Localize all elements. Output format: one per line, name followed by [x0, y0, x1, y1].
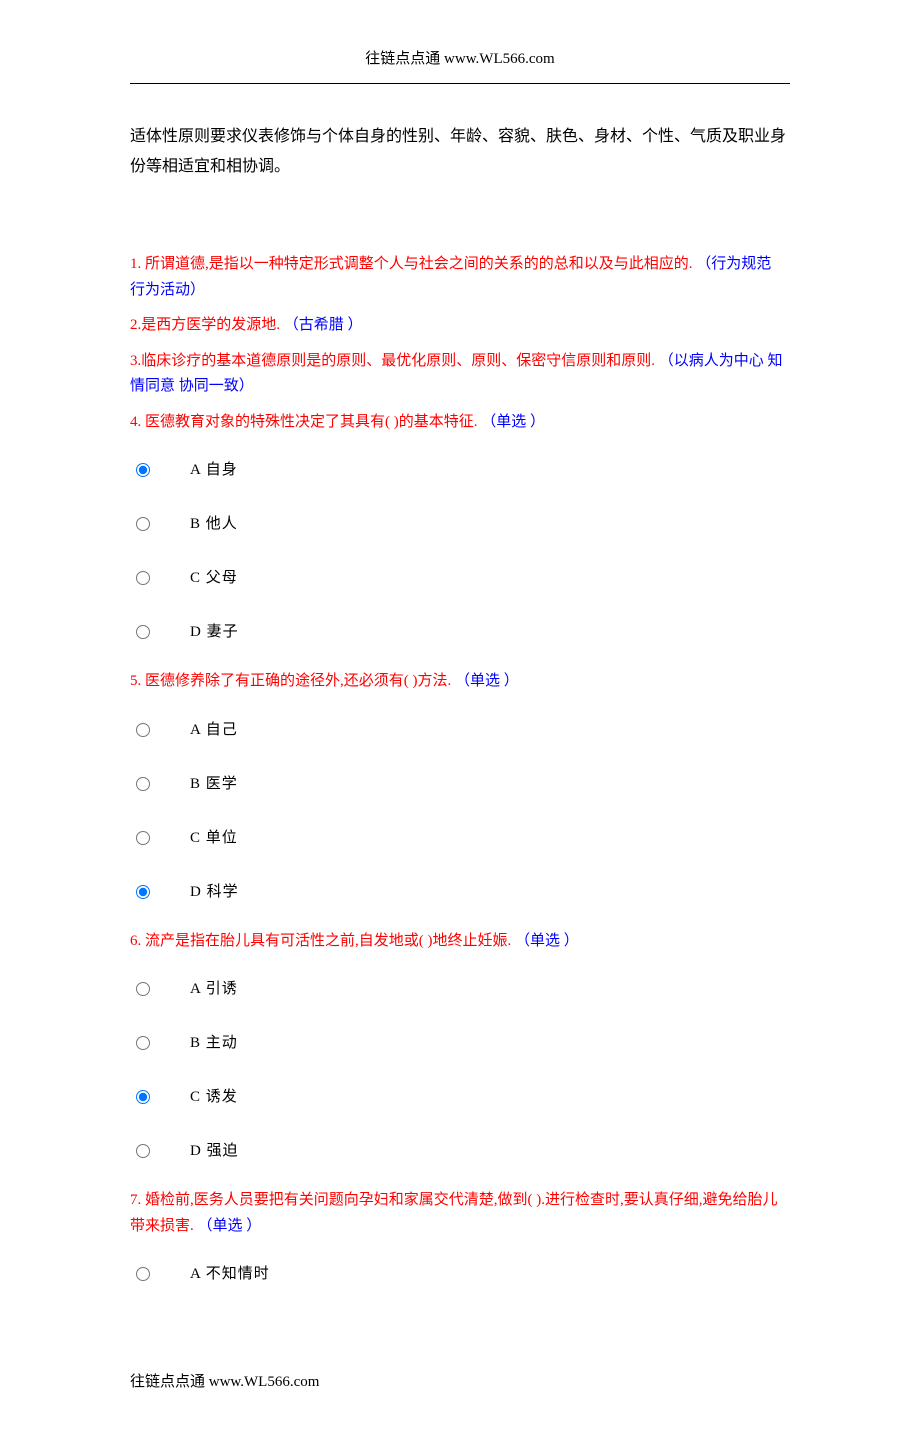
page-footer: 往链点点通 www.WL566.com: [0, 1301, 920, 1394]
q4-option-c-row: C 父母: [130, 551, 790, 605]
q6-option-c-label: C 诱发: [150, 1086, 238, 1109]
q5-option-b-row: B 医学: [130, 757, 790, 811]
page-header: 往链点点通 www.WL566.com: [0, 0, 920, 79]
q5-option-c-row: C 单位: [130, 811, 790, 865]
q6-option-b-label: B 主动: [150, 1032, 238, 1055]
q4-option-d-label: D 妻子: [150, 621, 239, 644]
q4-option-a-row: A 自身: [130, 443, 790, 497]
q5-option-b-label: B 医学: [150, 773, 238, 796]
q4-option-b-row: B 他人: [130, 497, 790, 551]
q6-option-c-radio[interactable]: [136, 1090, 150, 1104]
q5-option-d-row: D 科学: [130, 865, 790, 919]
q4-option-b-radio[interactable]: [136, 517, 150, 531]
q6-option-a-row: A 引诱: [130, 962, 790, 1016]
intro-paragraph: 适体性原则要求仪表修饰与个体自身的性别、年龄、容貌、肤色、身材、个性、气质及职业…: [130, 122, 790, 183]
q6-option-b-radio[interactable]: [136, 1036, 150, 1050]
q4-option-c-radio[interactable]: [136, 571, 150, 585]
q4-option-b-label: B 他人: [150, 513, 238, 536]
question-6: 6. 流产是指在胎儿具有可活性之前,自发地或( )地终止妊娠. （单选 ）: [130, 929, 790, 955]
q5-option-b-radio[interactable]: [136, 777, 150, 791]
q3-num: 3.: [130, 353, 141, 369]
q1-text: 所谓道德,是指以一种特定形式调整个人与社会之间的关系的的总和以及与此相应的.: [141, 256, 692, 272]
q6-num: 6.: [130, 933, 141, 949]
q6-option-a-label: A 引诱: [150, 978, 238, 1001]
q1-num: 1.: [130, 256, 141, 272]
q3-text: 临床诊疗的基本道德原则是的原则、最优化原则、原则、保密守信原则和原则.: [141, 353, 655, 369]
q7-hint: （单选 ）: [198, 1218, 262, 1234]
q5-option-a-label: A 自己: [150, 719, 238, 742]
q6-option-b-row: B 主动: [130, 1016, 790, 1070]
q6-option-c-row: C 诱发: [130, 1070, 790, 1124]
q6-option-a-radio[interactable]: [136, 982, 150, 996]
question-1: 1. 所谓道德,是指以一种特定形式调整个人与社会之间的关系的的总和以及与此相应的…: [130, 252, 790, 303]
q7-option-a-radio[interactable]: [136, 1267, 150, 1281]
q2-hint: （古希腊 ）: [284, 317, 363, 333]
content-area: 适体性原则要求仪表修饰与个体自身的性别、年龄、容貌、肤色、身材、个性、气质及职业…: [0, 84, 920, 1302]
q5-option-d-radio[interactable]: [136, 885, 150, 899]
question-2: 2.是西方医学的发源地. （古希腊 ）: [130, 313, 790, 339]
q5-num: 5.: [130, 673, 141, 689]
question-5: 5. 医德修养除了有正确的途径外,还必须有( )方法. （单选 ）: [130, 669, 790, 695]
q4-option-c-label: C 父母: [150, 567, 238, 590]
q5-option-c-label: C 单位: [150, 827, 238, 850]
question-7: 7. 婚检前,医务人员要把有关问题向孕妇和家属交代清楚,做到( ).进行检查时,…: [130, 1188, 790, 1239]
q7-option-a-label: A 不知情时: [150, 1263, 270, 1286]
question-3: 3.临床诊疗的基本道德原则是的原则、最优化原则、原则、保密守信原则和原则. （以…: [130, 349, 790, 400]
q7-option-a-row: A 不知情时: [130, 1247, 790, 1301]
q4-option-d-row: D 妻子: [130, 605, 790, 659]
q6-hint: （单选 ）: [515, 933, 579, 949]
q6-text: 流产是指在胎儿具有可活性之前,自发地或( )地终止妊娠.: [141, 933, 511, 949]
q2-num: 2.: [130, 317, 141, 333]
q7-num: 7.: [130, 1192, 141, 1208]
q6-option-d-label: D 强迫: [150, 1140, 239, 1163]
q5-text: 医德修养除了有正确的途径外,还必须有( )方法.: [141, 673, 451, 689]
q5-hint: （单选 ）: [455, 673, 519, 689]
q6-option-d-radio[interactable]: [136, 1144, 150, 1158]
q4-option-d-radio[interactable]: [136, 625, 150, 639]
q5-option-c-radio[interactable]: [136, 831, 150, 845]
q5-option-d-label: D 科学: [150, 881, 239, 904]
q4-hint: （单选 ）: [481, 414, 545, 430]
q2-text: 是西方医学的发源地.: [141, 317, 280, 333]
question-4: 4. 医德教育对象的特殊性决定了其具有( )的基本特征. （单选 ）: [130, 410, 790, 436]
q6-option-d-row: D 强迫: [130, 1124, 790, 1178]
q4-option-a-radio[interactable]: [136, 463, 150, 477]
q5-option-a-row: A 自己: [130, 703, 790, 757]
q4-option-a-label: A 自身: [150, 459, 238, 482]
q4-num: 4.: [130, 414, 141, 430]
q4-text: 医德教育对象的特殊性决定了其具有( )的基本特征.: [141, 414, 477, 430]
q5-option-a-radio[interactable]: [136, 723, 150, 737]
